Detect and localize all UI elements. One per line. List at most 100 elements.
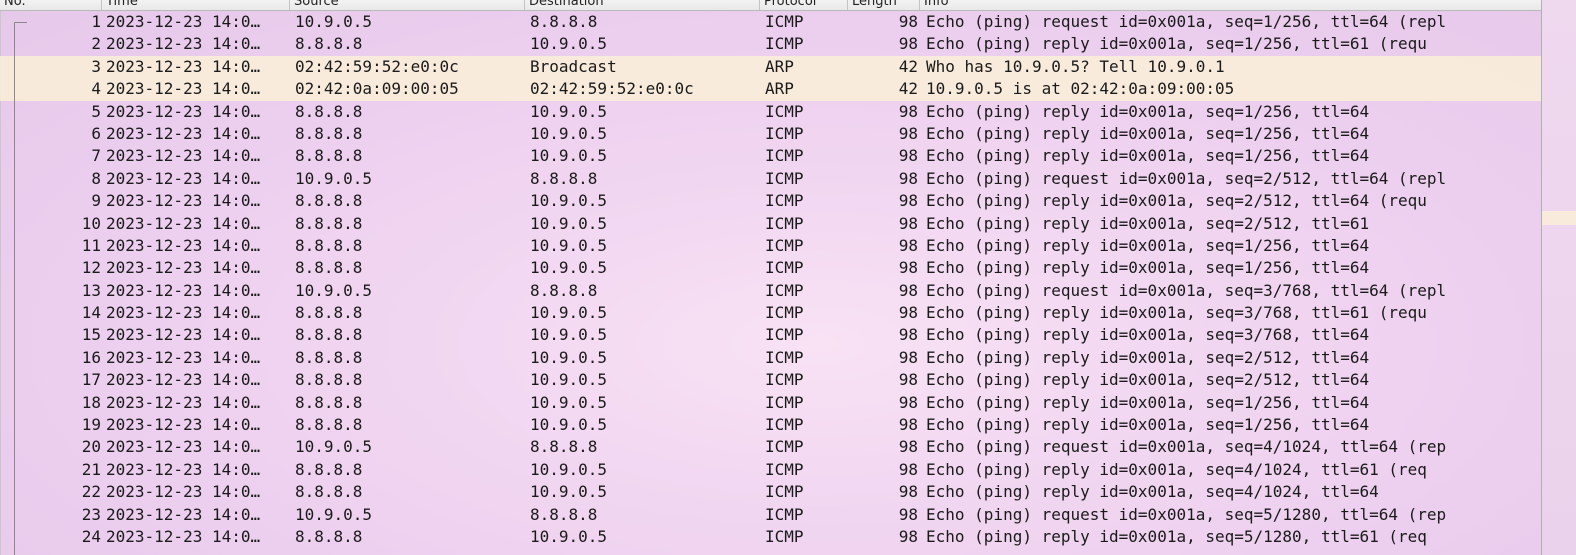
packet-destination: 10.9.0.5 [530, 303, 608, 323]
packet-time: 2023-12-23 14:0… [106, 191, 261, 211]
packet-row[interactable]: 16 2023-12-23 14:0… 8.8.8.8 10.9.0.5 ICM… [0, 347, 1541, 369]
packet-time: 2023-12-23 14:0… [106, 303, 261, 323]
packet-source: 8.8.8.8 [295, 526, 363, 546]
packet-source: 8.8.8.8 [295, 415, 363, 435]
packet-row[interactable]: 6 2023-12-23 14:0… 8.8.8.8 10.9.0.5 ICMP… [0, 123, 1541, 145]
packet-number: 22 [81, 482, 101, 502]
packet-source: 8.8.8.8 [295, 347, 363, 367]
packet-info: Echo (ping) request id=0x001a, seq=4/102… [926, 437, 1447, 457]
packet-length: 42 [898, 56, 918, 76]
packet-row[interactable]: 8 2023-12-23 14:0… 10.9.0.5 8.8.8.8 ICMP… [0, 168, 1541, 190]
packet-destination: 10.9.0.5 [530, 325, 608, 345]
packet-info: Echo (ping) reply id=0x001a, seq=1/256, … [926, 258, 1370, 278]
packet-info: 10.9.0.5 is at 02:42:0a:09:00:05 [926, 79, 1235, 99]
minimap-arp-marker [1542, 211, 1576, 225]
packet-number: 5 [91, 101, 101, 121]
packet-destination: 10.9.0.5 [530, 34, 608, 54]
packet-length: 98 [898, 482, 918, 502]
packet-row[interactable]: 18 2023-12-23 14:0… 8.8.8.8 10.9.0.5 ICM… [0, 392, 1541, 414]
packet-row[interactable]: 11 2023-12-23 14:0… 8.8.8.8 10.9.0.5 ICM… [0, 235, 1541, 257]
column-header-time[interactable]: Time [102, 0, 290, 10]
packet-info: Echo (ping) reply id=0x001a, seq=1/256, … [926, 123, 1370, 143]
column-header-no[interactable]: No. [0, 0, 102, 10]
packet-length: 98 [898, 12, 918, 31]
packet-row[interactable]: 1 2023-12-23 14:0… 10.9.0.5 8.8.8.8 ICMP… [0, 11, 1541, 33]
column-header-destination[interactable]: Destination [525, 0, 760, 10]
packet-time: 2023-12-23 14:0… [106, 504, 261, 524]
packet-destination: 10.9.0.5 [530, 146, 608, 166]
packet-protocol: ICMP [765, 280, 804, 300]
packet-row[interactable]: 7 2023-12-23 14:0… 8.8.8.8 10.9.0.5 ICMP… [0, 145, 1541, 167]
packet-source: 8.8.8.8 [295, 258, 363, 278]
packet-length: 98 [898, 347, 918, 367]
packet-minimap[interactable] [1542, 0, 1576, 555]
column-header-source[interactable]: Source [290, 0, 525, 10]
packet-list[interactable]: No. Time Source Destination Protocol Len… [0, 0, 1541, 555]
packet-length: 98 [898, 415, 918, 435]
packet-length: 98 [898, 437, 918, 457]
packet-info: Echo (ping) request id=0x001a, seq=5/128… [926, 504, 1447, 524]
packet-row[interactable]: 13 2023-12-23 14:0… 10.9.0.5 8.8.8.8 ICM… [0, 280, 1541, 302]
packet-time: 2023-12-23 14:0… [106, 370, 261, 390]
packet-row[interactable]: 3 2023-12-23 14:0… 02:42:59:52:e0:0c Bro… [0, 55, 1541, 79]
packet-source: 8.8.8.8 [295, 34, 363, 54]
packet-protocol: ICMP [765, 504, 804, 524]
packet-source: 8.8.8.8 [295, 370, 363, 390]
packet-number: 9 [91, 191, 101, 211]
packet-number: 18 [81, 392, 101, 412]
packet-info: Echo (ping) reply id=0x001a, seq=2/512, … [926, 347, 1370, 367]
packet-number: 19 [81, 415, 101, 435]
packet-row[interactable]: 12 2023-12-23 14:0… 8.8.8.8 10.9.0.5 ICM… [0, 257, 1541, 279]
packet-destination: 02:42:59:52:e0:0c [530, 79, 694, 99]
packet-row[interactable]: 23 2023-12-23 14:0… 10.9.0.5 8.8.8.8 ICM… [0, 504, 1541, 526]
packet-row[interactable]: 21 2023-12-23 14:0… 8.8.8.8 10.9.0.5 ICM… [0, 459, 1541, 481]
packet-row[interactable]: 14 2023-12-23 14:0… 8.8.8.8 10.9.0.5 ICM… [0, 302, 1541, 324]
packet-row[interactable]: 10 2023-12-23 14:0… 8.8.8.8 10.9.0.5 ICM… [0, 213, 1541, 235]
packet-number: 10 [81, 213, 101, 233]
packet-time: 2023-12-23 14:0… [106, 280, 261, 300]
packet-info: Echo (ping) reply id=0x001a, seq=1/256, … [926, 235, 1370, 255]
column-header-length[interactable]: Length [848, 0, 920, 10]
packet-row[interactable]: 4 2023-12-23 14:0… 02:42:0a:09:00:05 02:… [0, 78, 1541, 101]
packet-protocol: ICMP [765, 526, 804, 546]
packet-time: 2023-12-23 14:0… [106, 12, 261, 31]
packet-protocol: ICMP [765, 168, 804, 188]
packet-row[interactable]: 5 2023-12-23 14:0… 8.8.8.8 10.9.0.5 ICMP… [0, 101, 1541, 123]
column-header-info[interactable]: Info [920, 0, 1541, 10]
packet-number: 8 [91, 168, 101, 188]
packet-destination: 10.9.0.5 [530, 101, 608, 121]
packet-number: 12 [81, 258, 101, 278]
packet-length: 98 [898, 370, 918, 390]
packet-protocol: ICMP [765, 34, 804, 54]
packet-info: Echo (ping) reply id=0x001a, seq=1/256, … [926, 415, 1370, 435]
packet-info: Echo (ping) reply id=0x001a, seq=4/1024,… [926, 459, 1427, 479]
packet-source: 10.9.0.5 [295, 437, 373, 457]
packet-length: 98 [898, 280, 918, 300]
packet-length: 98 [898, 146, 918, 166]
packet-destination: 8.8.8.8 [530, 280, 598, 300]
packet-time: 2023-12-23 14:0… [106, 34, 261, 54]
packet-row[interactable]: 20 2023-12-23 14:0… 10.9.0.5 8.8.8.8 ICM… [0, 436, 1541, 458]
column-header-protocol[interactable]: Protocol [760, 0, 848, 10]
packet-info: Echo (ping) reply id=0x001a, seq=1/256, … [926, 146, 1370, 166]
packet-source: 8.8.8.8 [295, 303, 363, 323]
packet-row[interactable]: 17 2023-12-23 14:0… 8.8.8.8 10.9.0.5 ICM… [0, 369, 1541, 391]
packet-row[interactable]: 15 2023-12-23 14:0… 8.8.8.8 10.9.0.5 ICM… [0, 324, 1541, 346]
packet-row[interactable]: 2 2023-12-23 14:0… 8.8.8.8 10.9.0.5 ICMP… [0, 33, 1541, 55]
packet-length: 98 [898, 213, 918, 233]
packet-time: 2023-12-23 14:0… [106, 459, 261, 479]
packet-destination: 10.9.0.5 [530, 526, 608, 546]
packet-row[interactable]: 9 2023-12-23 14:0… 8.8.8.8 10.9.0.5 ICMP… [0, 190, 1541, 212]
packet-row[interactable]: 24 2023-12-23 14:0… 8.8.8.8 10.9.0.5 ICM… [0, 526, 1541, 548]
packet-protocol: ARP [765, 79, 794, 99]
packet-info: Echo (ping) reply id=0x001a, seq=1/256, … [926, 392, 1370, 412]
packet-destination: 10.9.0.5 [530, 459, 608, 479]
packet-protocol: ICMP [765, 347, 804, 367]
packet-destination: 8.8.8.8 [530, 437, 598, 457]
packet-source: 8.8.8.8 [295, 123, 363, 143]
packet-row[interactable]: 22 2023-12-23 14:0… 8.8.8.8 10.9.0.5 ICM… [0, 481, 1541, 503]
packet-info: Echo (ping) reply id=0x001a, seq=2/512, … [926, 370, 1370, 390]
packet-number: 20 [81, 437, 101, 457]
packet-row[interactable]: 19 2023-12-23 14:0… 8.8.8.8 10.9.0.5 ICM… [0, 414, 1541, 436]
packet-source: 8.8.8.8 [295, 392, 363, 412]
